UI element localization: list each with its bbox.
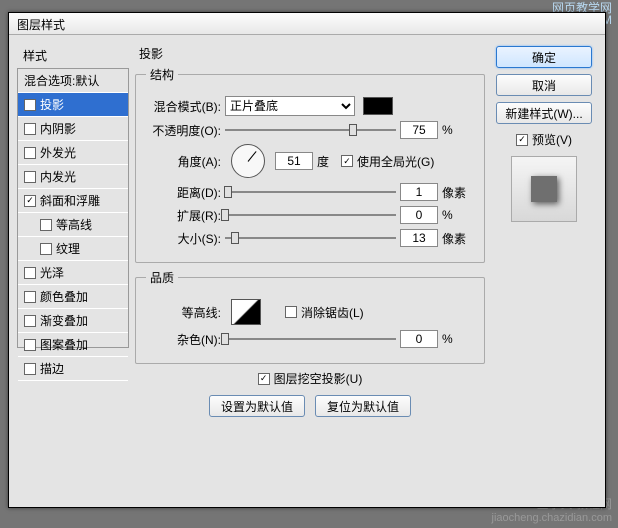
style-checkbox[interactable] <box>24 267 36 279</box>
style-item-label: 内阴影 <box>40 120 76 137</box>
contour-label: 等高线: <box>146 304 221 321</box>
style-item-label: 图案叠加 <box>40 336 88 353</box>
style-item[interactable]: 内阴影 <box>18 117 128 141</box>
style-item-label: 颜色叠加 <box>40 288 88 305</box>
structure-group: 结构 混合模式(B): 正片叠底 不透明度(O): % 角度(A): 度 <box>135 66 485 263</box>
styles-list: 混合选项:默认 ✓ 投影内阴影外发光内发光 ✓ 斜面和浮雕等高线纹理光泽颜色叠加渐变叠加… <box>17 68 129 348</box>
size-slider[interactable] <box>225 230 396 246</box>
contour-picker[interactable] <box>231 299 261 325</box>
style-item[interactable]: 描边 <box>18 357 128 381</box>
opacity-slider[interactable] <box>225 122 396 138</box>
opacity-label: 不透明度(O): <box>146 122 221 139</box>
noise-unit: % <box>442 332 474 346</box>
distance-label: 距离(D): <box>146 184 221 201</box>
angle-input[interactable] <box>275 152 313 170</box>
angle-dial[interactable] <box>231 144 265 178</box>
preview-thumbnail <box>511 156 577 222</box>
quality-legend: 品质 <box>146 269 178 286</box>
style-checkbox[interactable] <box>24 315 36 327</box>
spread-slider[interactable] <box>225 207 396 223</box>
cancel-button[interactable]: 取消 <box>496 74 592 96</box>
noise-label: 杂色(N): <box>146 331 221 348</box>
knockout-checkbox[interactable]: ✓ <box>258 373 270 385</box>
opacity-unit: % <box>442 123 474 137</box>
blend-mode-label: 混合模式(B): <box>146 98 221 115</box>
window-title: 图层样式 <box>9 13 605 35</box>
style-checkbox[interactable] <box>24 123 36 135</box>
style-item[interactable]: 内发光 <box>18 165 128 189</box>
new-style-button[interactable]: 新建样式(W)... <box>496 102 592 124</box>
style-item-label: 斜面和浮雕 <box>40 192 100 209</box>
style-checkbox[interactable] <box>24 171 36 183</box>
style-item-label: 纹理 <box>56 240 80 257</box>
style-checkbox[interactable]: ✓ <box>24 195 36 207</box>
style-item[interactable]: 光泽 <box>18 261 128 285</box>
quality-group: 品质 等高线: 消除锯齿(L) 杂色(N): % <box>135 269 485 364</box>
reset-default-button[interactable]: 复位为默认值 <box>315 395 411 417</box>
distance-unit: 像素 <box>442 184 474 201</box>
style-checkbox[interactable] <box>40 219 52 231</box>
style-checkbox[interactable] <box>40 243 52 255</box>
ok-button[interactable]: 确定 <box>496 46 592 68</box>
style-item[interactable]: 图案叠加 <box>18 333 128 357</box>
make-default-button[interactable]: 设置为默认值 <box>209 395 305 417</box>
angle-unit: 度 <box>317 153 329 170</box>
style-checkbox[interactable]: ✓ <box>24 99 36 111</box>
shadow-color-swatch[interactable] <box>363 97 393 115</box>
knockout-label: 图层挖空投影(U) <box>274 370 363 387</box>
antialias-label: 消除锯齿(L) <box>301 304 364 321</box>
distance-input[interactable] <box>400 183 438 201</box>
watermark-bottom2: jiaocheng.chazidian.com <box>492 512 612 524</box>
style-item-label: 外发光 <box>40 144 76 161</box>
global-light-checkbox[interactable]: ✓ <box>341 155 353 167</box>
style-item-label: 内发光 <box>40 168 76 185</box>
style-item[interactable]: ✓ 投影 <box>18 93 128 117</box>
preview-checkbox[interactable]: ✓ <box>516 134 528 146</box>
noise-input[interactable] <box>400 330 438 348</box>
style-item-label: 等高线 <box>56 216 92 233</box>
size-unit: 像素 <box>442 230 474 247</box>
style-item-label: 渐变叠加 <box>40 312 88 329</box>
global-light-label: 使用全局光(G) <box>357 153 434 170</box>
style-item[interactable]: 渐变叠加 <box>18 309 128 333</box>
style-item[interactable]: 混合选项:默认 <box>18 69 128 93</box>
style-item-label: 描边 <box>40 360 64 377</box>
size-label: 大小(S): <box>146 230 221 247</box>
style-checkbox[interactable] <box>24 291 36 303</box>
style-checkbox[interactable] <box>24 147 36 159</box>
style-item[interactable]: 颜色叠加 <box>18 285 128 309</box>
opacity-input[interactable] <box>400 121 438 139</box>
structure-legend: 结构 <box>146 66 178 83</box>
panel-title: 投影 <box>135 43 485 64</box>
style-item[interactable]: 外发光 <box>18 141 128 165</box>
distance-slider[interactable] <box>225 184 396 200</box>
style-item[interactable]: 等高线 <box>18 213 128 237</box>
noise-slider[interactable] <box>225 331 396 347</box>
spread-label: 扩展(R): <box>146 207 221 224</box>
styles-header: 样式 <box>17 43 129 68</box>
antialias-checkbox[interactable] <box>285 306 297 318</box>
style-checkbox[interactable] <box>24 363 36 375</box>
layer-style-dialog: 图层样式 样式 混合选项:默认 ✓ 投影内阴影外发光内发光 ✓ 斜面和浮雕等高线纹理光泽… <box>8 12 606 508</box>
angle-label: 角度(A): <box>146 153 221 170</box>
spread-input[interactable] <box>400 206 438 224</box>
size-input[interactable] <box>400 229 438 247</box>
blend-mode-select[interactable]: 正片叠底 <box>225 96 355 116</box>
style-item-label: 投影 <box>40 96 64 113</box>
style-item-label: 混合选项:默认 <box>24 72 99 89</box>
style-item-label: 光泽 <box>40 264 64 281</box>
style-item[interactable]: ✓ 斜面和浮雕 <box>18 189 128 213</box>
style-item[interactable]: 纹理 <box>18 237 128 261</box>
preview-label: 预览(V) <box>532 131 572 148</box>
style-checkbox[interactable] <box>24 339 36 351</box>
spread-unit: % <box>442 208 474 222</box>
